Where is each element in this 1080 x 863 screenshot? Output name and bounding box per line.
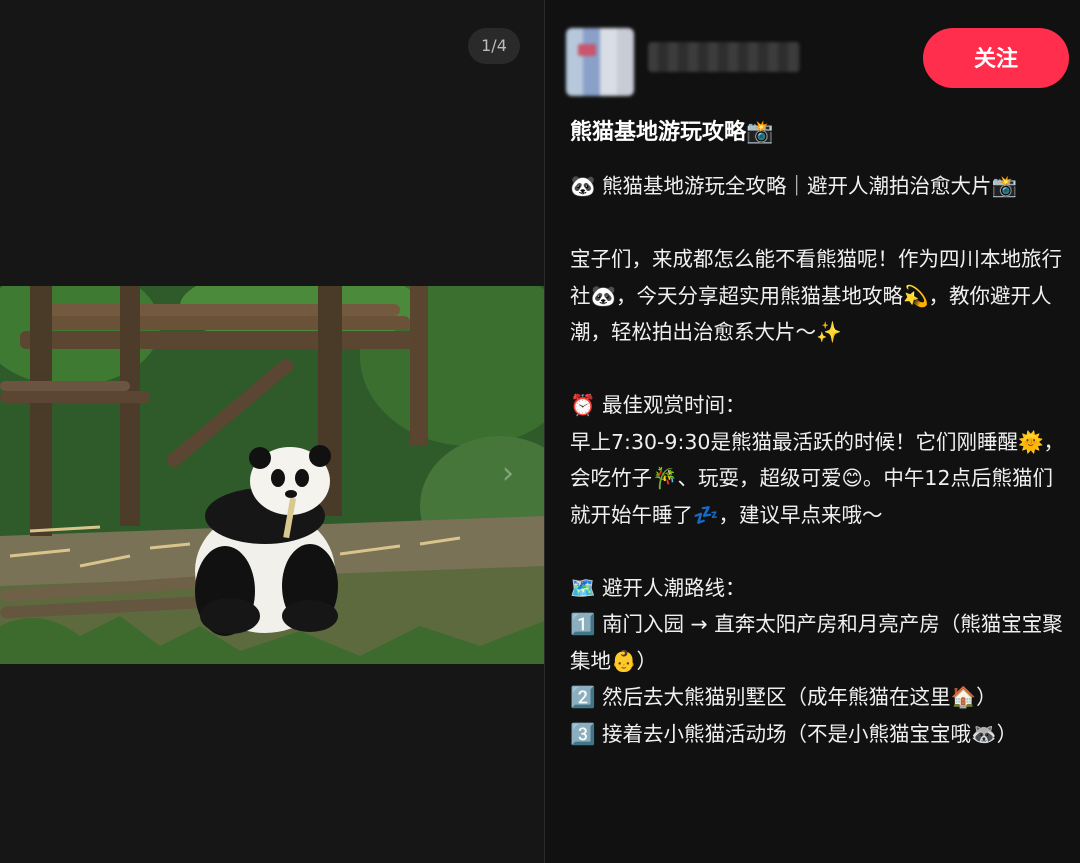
follow-button[interactable]: 关注 <box>923 28 1069 88</box>
note-viewer: 1/4 › 关注 熊猫基地游玩攻略📸 🐼 熊猫基地游玩全攻略｜避开人潮拍治愈大片… <box>0 0 1080 863</box>
author-name-redacted[interactable] <box>648 42 800 72</box>
image-counter: 1/4 <box>468 28 520 64</box>
chevron-right-icon: › <box>502 456 514 491</box>
panda-photo[interactable] <box>0 286 544 664</box>
author-avatar[interactable] <box>566 28 634 96</box>
next-image-button[interactable]: › <box>490 452 526 496</box>
post-title: 熊猫基地游玩攻略📸 <box>570 120 774 145</box>
media-pane: 1/4 › <box>0 0 544 863</box>
post-body: 🐼 熊猫基地游玩全攻略｜避开人潮拍治愈大片📸 宝子们，来成都怎么能不看熊猫呢！作… <box>570 174 1064 746</box>
